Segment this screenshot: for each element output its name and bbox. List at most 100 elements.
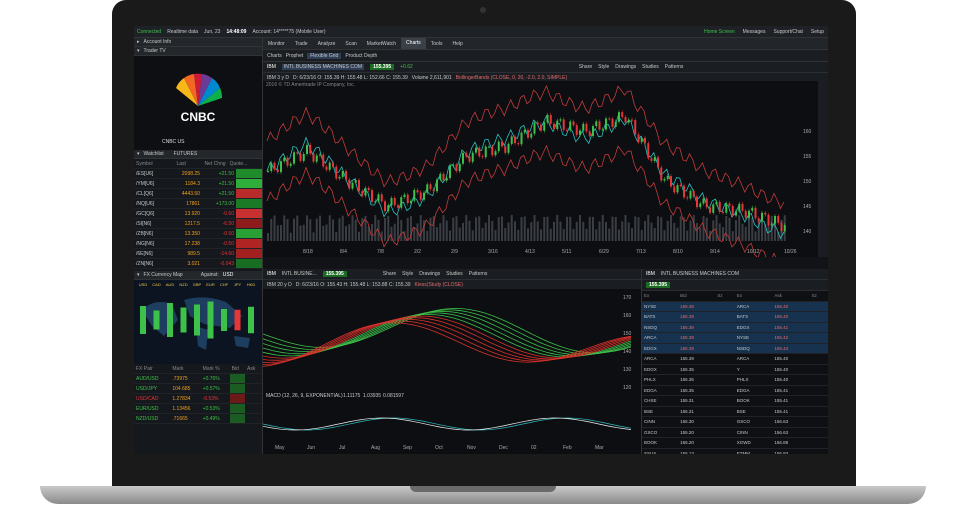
watchlist-row[interactable]: /GC[Q6] 13.920 -0.60 bbox=[134, 208, 262, 219]
chart2-studies-button[interactable]: Studies bbox=[446, 271, 463, 277]
watchlist-header[interactable]: ▾ Watchlist FUTURES bbox=[134, 150, 262, 159]
watchlist-row[interactable]: /ZB[N6] 13.350 -0.50 bbox=[134, 228, 262, 239]
level2-row[interactable]: SSUS 155.13 ETMM 156.93 bbox=[642, 448, 828, 454]
fx-row[interactable]: NZD/USD .71665 +0.49% bbox=[134, 413, 262, 424]
menu-trade[interactable]: Trade bbox=[290, 41, 313, 47]
col-header[interactable]: Mark bbox=[170, 364, 201, 374]
level2-row[interactable]: GSCO 155.20 CINN 156.63 bbox=[642, 427, 828, 438]
col-header[interactable]: Quote... bbox=[227, 159, 262, 169]
col-header[interactable]: Ex bbox=[734, 291, 773, 302]
level2-row[interactable]: CINN 155.30 GSCO 156.63 bbox=[642, 416, 828, 428]
fx-strength-bar bbox=[234, 309, 241, 331]
watchlist-row[interactable]: /NQ[U6] 17861 +173.00 bbox=[134, 198, 262, 209]
candle bbox=[585, 123, 588, 132]
fx-row[interactable]: EUR/USD 1.13456 +0.53% bbox=[134, 403, 262, 414]
col-header[interactable]: FX Pair bbox=[134, 364, 171, 374]
chevron-down-icon: ▾ bbox=[137, 151, 140, 157]
menu-analyze[interactable]: Analyze bbox=[313, 41, 341, 47]
menu-scan[interactable]: Scan bbox=[340, 41, 361, 47]
menu-marketwatch[interactable]: MarketWatch bbox=[362, 41, 401, 47]
menu-monitor[interactable]: Monitor bbox=[263, 41, 290, 47]
setup-button[interactable]: Setup bbox=[811, 29, 824, 35]
menu-tools[interactable]: Tools bbox=[426, 41, 448, 47]
chart2-patterns-button[interactable]: Patterns bbox=[469, 271, 488, 277]
messages-button[interactable]: Messages bbox=[743, 29, 766, 35]
col-header[interactable]: Bid bbox=[229, 364, 246, 374]
watchlist-row[interactable]: /6E[N6] 989.5 -14.60 bbox=[134, 248, 262, 259]
chart2-period[interactable]: IBM 20 y D bbox=[267, 282, 292, 288]
chart1-scrollbar[interactable] bbox=[818, 81, 828, 257]
col-header[interactable]: Net Chng bbox=[187, 159, 228, 169]
volume-bar bbox=[585, 228, 588, 241]
chart1-canvas[interactable]: 8/18 8/4 7/8 2/2 2/9 3/16 4/13 5/11 6/29 7/13 8/10… bbox=[263, 81, 818, 270]
col-header[interactable]: Last bbox=[166, 159, 188, 169]
chart1-patterns-button[interactable]: Patterns bbox=[665, 64, 684, 70]
fx-row[interactable]: AUD/USD .73975 +0.76% bbox=[134, 373, 262, 384]
col-header[interactable]: Ask bbox=[772, 291, 810, 302]
ask-size bbox=[809, 385, 828, 396]
level2-row[interactable]: NSDQ 155.39 EDGX 155.41 bbox=[642, 322, 828, 333]
subtab-prophet[interactable]: Prophet bbox=[286, 53, 304, 59]
col-header[interactable]: Ex bbox=[642, 291, 679, 302]
account-info-header[interactable]: ▸ Account Info bbox=[134, 38, 262, 47]
trader-tv-header[interactable]: ▾ Trader TV bbox=[134, 47, 262, 56]
col-header[interactable]: Bid bbox=[678, 291, 716, 302]
fx-currency-select[interactable]: USD bbox=[223, 272, 234, 278]
chart1-drawings-button[interactable]: Drawings bbox=[615, 64, 636, 70]
watchlist-row[interactable]: /CL[Q6] 4443.50 +21.50 bbox=[134, 188, 262, 199]
level2-row[interactable]: BSE 155.31 BSE 155.41 bbox=[642, 406, 828, 417]
level2-row[interactable]: EDGX 155.35 Y 155.40 bbox=[642, 364, 828, 375]
account-label[interactable]: Account: 14*****75 (Mobile User) bbox=[252, 29, 325, 35]
candle bbox=[579, 130, 581, 135]
chart2-style-button[interactable]: Style bbox=[402, 271, 413, 277]
watchlist-change: -0.043 bbox=[201, 258, 236, 269]
watchlist-row[interactable]: /YM[U6] 1184.3 +21.50 bbox=[134, 178, 262, 189]
subtab-charts[interactable]: Charts bbox=[267, 53, 282, 59]
support-chat-button[interactable]: Support/Chat bbox=[773, 29, 802, 35]
volume-bar bbox=[744, 226, 747, 241]
chart2-symbol[interactable]: IBM bbox=[267, 271, 276, 277]
watchlist-row[interactable]: /ZN[N6] 3.021 -0.043 bbox=[134, 258, 262, 269]
fx-currency-map[interactable]: USD CAD AUD NZD GBP EUR CHF JPY HKD bbox=[134, 280, 262, 364]
col-header[interactable]: Symbol bbox=[134, 159, 167, 169]
watchlist-row[interactable]: /SI[N6] 1217.5 -6.50 bbox=[134, 218, 262, 229]
watchlist-group-select[interactable]: FUTURES bbox=[174, 151, 198, 157]
watchlist-row[interactable]: /ES[U6] 2098.25 +21.50 bbox=[134, 169, 262, 179]
level2-symbol[interactable]: IBM bbox=[646, 271, 655, 277]
trader-tv-video[interactable]: CNBC CNBC US bbox=[134, 56, 262, 150]
chart1-share-button[interactable]: Share bbox=[579, 64, 592, 70]
watchlist-row[interactable]: /NG[N6] 17.238 -0.50 bbox=[134, 238, 262, 249]
level2-row[interactable]: CHXE 155.31 BOOK 155.41 bbox=[642, 395, 828, 407]
fx-row[interactable]: USD/CAD 1.27834 -0.53% bbox=[134, 393, 262, 404]
col-header[interactable]: Ask bbox=[245, 364, 262, 374]
level2-row[interactable]: EDGA 155.35 EDGA 155.41 bbox=[642, 385, 828, 396]
level2-row[interactable]: EDGX 155.39 NSDQ 155.44 bbox=[642, 343, 828, 354]
home-screen-button[interactable]: Home Screen bbox=[704, 29, 735, 35]
chart1-studies-button[interactable]: Studies bbox=[642, 64, 659, 70]
col-header[interactable]: Sz bbox=[715, 291, 735, 302]
candle bbox=[325, 166, 328, 170]
x-tick-label: 10/12 bbox=[747, 249, 760, 255]
level2-row[interactable]: ARCA 155.39 ARCA 155.40 bbox=[642, 353, 828, 365]
level2-row[interactable]: PHLX 155.35 PHLX 155.40 bbox=[642, 374, 828, 386]
volume-bar bbox=[299, 225, 302, 241]
chart1-style-button[interactable]: Style bbox=[598, 64, 609, 70]
col-header[interactable]: Mark % bbox=[200, 364, 230, 374]
chart2-drawings-button[interactable]: Drawings bbox=[419, 271, 440, 277]
level2-row[interactable]: BATS 155.39 BATS 155.40 bbox=[642, 311, 828, 323]
level2-row[interactable]: ARCA 155.39 NYSE 155.42 bbox=[642, 332, 828, 344]
menu-charts[interactable]: Charts bbox=[401, 38, 426, 49]
level2-row[interactable]: BOOK 155.20 XGWD 156.88 bbox=[642, 437, 828, 449]
candle bbox=[465, 152, 468, 157]
col-header[interactable]: Sz bbox=[809, 291, 828, 302]
chart1-symbol[interactable]: IBM bbox=[267, 64, 276, 70]
fx-row[interactable]: USD/JPY 104.685 +0.57% bbox=[134, 383, 262, 394]
menu-help[interactable]: Help bbox=[447, 41, 467, 47]
subtab-product-depth[interactable]: Product Depth bbox=[345, 53, 377, 59]
chart2-canvas[interactable]: May Jun Jul Aug Sep Oct Nov Dec 02 Feb Mar 170 160 15… bbox=[262, 289, 641, 454]
subtab-flexible-grid[interactable]: Flexible Grid bbox=[307, 52, 342, 59]
volume-bar bbox=[621, 221, 624, 241]
level2-row[interactable]: NYSE 155.39 ARCA 155.40 bbox=[642, 301, 828, 312]
chart2-share-button[interactable]: Share bbox=[383, 271, 396, 277]
fx-map-header[interactable]: ▾ FX Currency Map Against: USD bbox=[134, 271, 262, 280]
